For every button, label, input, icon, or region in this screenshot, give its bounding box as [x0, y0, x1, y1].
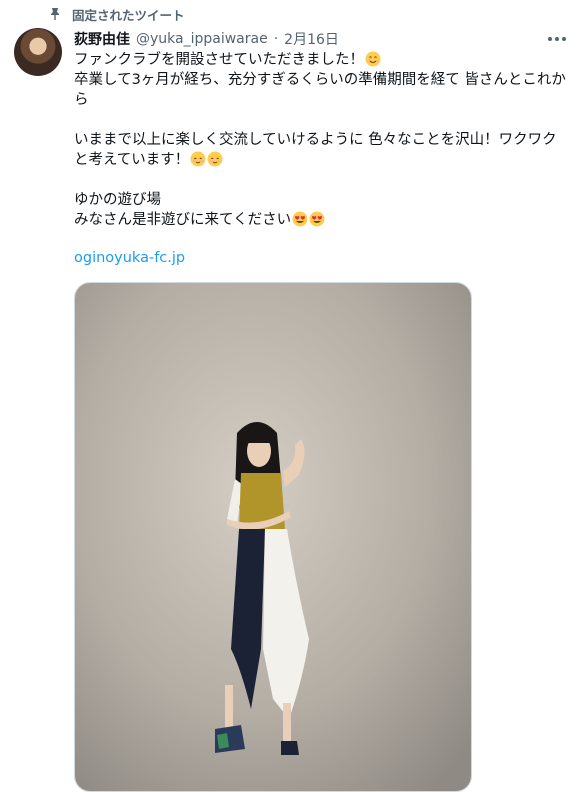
more-options-icon[interactable]	[546, 34, 568, 44]
heart-eyes-emoji	[292, 211, 308, 227]
tweet-line: ゆかの遊び場	[74, 190, 569, 210]
tweet-line: いままで以上に楽しく交流していけるように 色々なことを沢山！ワクワクと考えていま…	[74, 130, 569, 170]
relieved-face-emoji	[207, 151, 223, 167]
user-handle[interactable]: @yuka_ippaiwarae	[136, 31, 268, 47]
smiling-face-emoji	[365, 51, 381, 67]
avatar[interactable]	[14, 28, 62, 76]
header-separator: ·	[273, 31, 279, 47]
display-name[interactable]: 荻野由佳	[74, 29, 130, 49]
tweet-line-text: ゆかの遊び場	[74, 192, 161, 208]
tweet-photo[interactable]	[74, 282, 472, 792]
tweet-line-text: ファンクラブを開設させていただきました！	[74, 52, 364, 68]
tweet-date[interactable]: 2月16日	[284, 29, 339, 49]
tweet-text: ファンクラブを開設させていただきました！ 卒業して3ヶ月が経ち、充分すぎるくらい…	[74, 50, 569, 230]
tweet-header: 荻野由佳 @yuka_ippaiwarae · 2月16日	[74, 28, 540, 50]
tweet-line-text: みなさん是非遊びに来てください	[74, 212, 292, 228]
heart-eyes-emoji	[309, 211, 325, 227]
tweet-line: みなさん是非遊びに来てください	[74, 210, 569, 230]
relieved-face-emoji	[190, 151, 206, 167]
pinned-label-text: 固定されたツイート	[72, 7, 185, 23]
photo-illustration	[75, 283, 471, 791]
pinned-tweet-label: 固定されたツイート	[48, 4, 185, 24]
tweet-line-text: 卒業して3ヶ月が経ち、充分すぎるくらいの準備期間を経て 皆さんとこれから	[74, 72, 566, 108]
pin-icon	[51, 8, 59, 20]
tweet-line: ファンクラブを開設させていただきました！	[74, 50, 569, 70]
tweet-line-text: いままで以上に楽しく交流していけるように 色々なことを沢山！ワクワクと考えていま…	[74, 132, 557, 168]
tweet-line: 卒業して3ヶ月が経ち、充分すぎるくらいの準備期間を経て 皆さんとこれから	[74, 70, 569, 110]
fan-club-link[interactable]: oginoyuka-fc.jp	[74, 250, 185, 266]
